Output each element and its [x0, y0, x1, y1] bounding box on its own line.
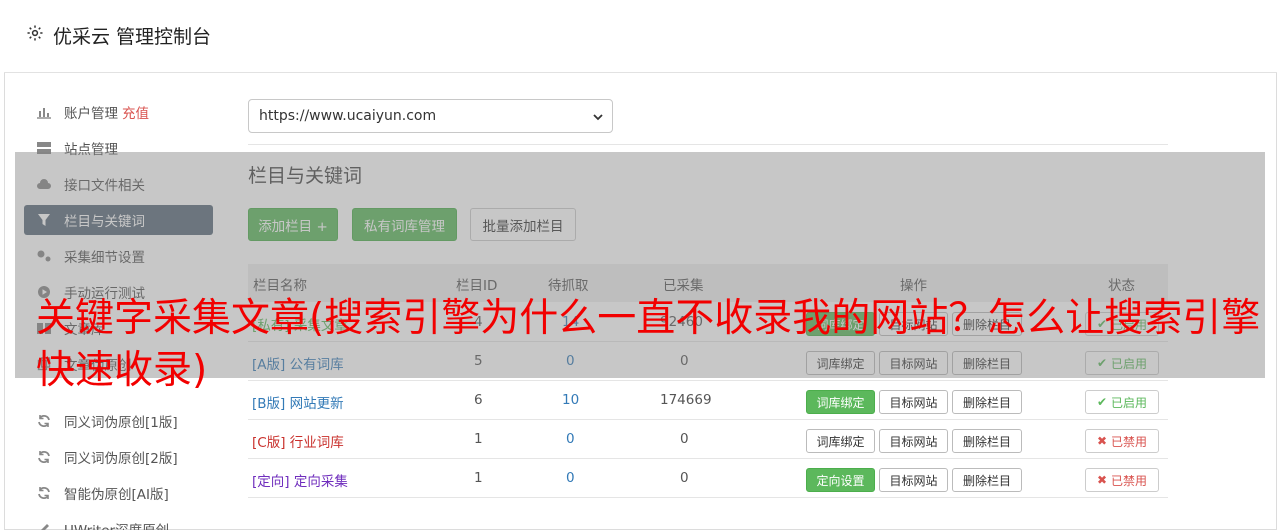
delete-column-button[interactable]: 删除栏目 [952, 468, 1022, 492]
recharge-link[interactable]: 充值 [122, 102, 149, 122]
target-site-button[interactable]: 目标网站 [879, 468, 948, 492]
delete-column-button[interactable]: 删除栏目 [952, 429, 1022, 453]
column-name[interactable]: [C版] 行业词库 [252, 431, 344, 451]
sidebar-item-label: 账户管理 [64, 106, 118, 122]
sidebar-item-label: 同义词伪原创[2版] [64, 451, 178, 467]
divider [248, 144, 1168, 145]
sidebar-item-9[interactable]: 同义词伪原创[2版] [24, 442, 213, 472]
lexicon-bind-button[interactable]: 定向设置 [806, 468, 875, 492]
pending-count[interactable]: 0 [566, 470, 575, 486]
lexicon-bind-button[interactable]: 词库绑定 [806, 429, 875, 453]
check-icon: ✔ [1096, 395, 1108, 409]
close-icon: ✖ [1096, 434, 1108, 448]
column-id: 1 [474, 470, 483, 486]
collected-count: 0 [680, 470, 689, 486]
bar-chart-icon [35, 105, 53, 119]
table-row: [定向] 定向采集 1 0 0 定向设置 目标网站 删除栏目 ✖ 已禁用 [248, 459, 1168, 498]
sidebar-item-8[interactable]: 同义词伪原创[1版] [24, 406, 213, 436]
edit-icon [35, 522, 53, 530]
status-label: 已禁用 [1111, 434, 1148, 449]
table-row: [C版] 行业词库 1 0 0 词库绑定 目标网站 删除栏目 ✖ 已禁用 [248, 420, 1168, 459]
refresh-icon [35, 414, 53, 428]
column-tag: [C版] [252, 435, 286, 451]
column-title: 定向采集 [293, 474, 348, 490]
column-title: 网站更新 [289, 396, 344, 412]
collected-count: 0 [680, 431, 689, 447]
chevron-down-icon [592, 111, 604, 127]
site-select-value: https://www.ucaiyun.com [259, 108, 437, 124]
header: 优采云 管理控制台 [4, 0, 1277, 73]
refresh-icon [35, 450, 53, 464]
refresh-icon [35, 486, 53, 500]
column-id: 1 [474, 431, 483, 447]
sidebar-item-10[interactable]: 智能伪原创[AI版] [24, 478, 213, 508]
sidebar-item-label: UWriter深度原创 [64, 519, 169, 530]
column-tag: [定向] [252, 474, 290, 490]
page-title: 优采云 管理控制台 [26, 22, 211, 49]
sidebar-item-11[interactable]: UWriter深度原创 [24, 514, 213, 530]
column-title: 行业词库 [289, 435, 344, 451]
column-name[interactable]: [定向] 定向采集 [252, 470, 348, 490]
status-label: 已禁用 [1111, 473, 1148, 488]
column-tag: [B版] [252, 396, 286, 412]
pending-count[interactable]: 0 [566, 431, 575, 447]
sidebar-item-0[interactable]: 账户管理 充值 [24, 97, 213, 127]
sidebar-item-label: 同义词伪原创[1版] [64, 415, 178, 431]
close-icon: ✖ [1096, 473, 1108, 487]
status-toggle[interactable]: ✖ 已禁用 [1085, 468, 1159, 492]
site-select[interactable]: https://www.ucaiyun.com [248, 99, 613, 133]
sidebar-item-label: 智能伪原创[AI版] [64, 487, 169, 503]
target-site-button[interactable]: 目标网站 [879, 429, 948, 453]
gear-icon [26, 24, 44, 47]
app-title: 优采云 管理控制台 [53, 26, 212, 48]
overlay-headline: 关键字采集文章(搜索引擎为什么一直不收录我的网站？怎么让搜索引擎快速收录) [36, 296, 1261, 393]
status-toggle[interactable]: ✖ 已禁用 [1085, 429, 1159, 453]
